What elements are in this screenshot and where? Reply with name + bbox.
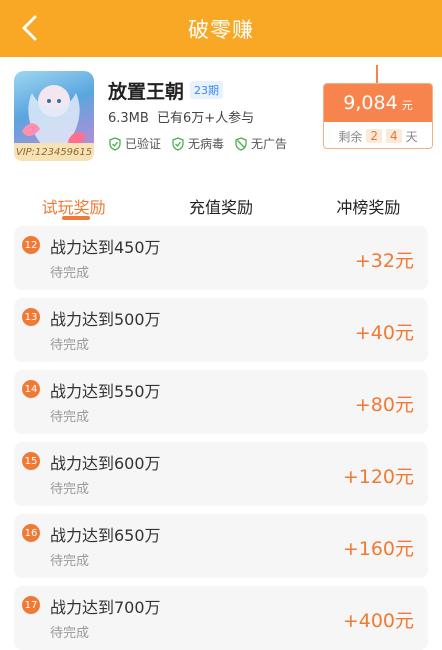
task-name: 战力达到500万 [50, 310, 161, 329]
tab-indicator [61, 216, 90, 220]
app-icon[interactable] [14, 71, 94, 151]
task-name: 战力达到600万 [50, 454, 161, 473]
page-title: 破零赚 [188, 17, 254, 42]
period-badge: 23期 [190, 81, 223, 99]
task-item[interactable]: 17 战力达到700万 待完成 +400元 [14, 586, 428, 650]
task-amount: +80元 [354, 394, 414, 416]
back-button[interactable] [12, 10, 48, 46]
task-amount: +120元 [342, 466, 414, 488]
game-art-icon [22, 85, 86, 145]
task-status: 待完成 [50, 410, 90, 425]
task-amount: +40元 [354, 322, 414, 344]
task-item[interactable]: 13 战力达到500万 待完成 +40元 [14, 298, 428, 362]
task-list: 12 战力达到450万 待完成 +32元 13 战力达到500万 待完成 +40… [14, 226, 428, 650]
days-digit-2: 4 [386, 129, 402, 143]
vip-label: VIP:123459615 [14, 143, 94, 161]
task-status: 待完成 [50, 626, 90, 641]
remaining-days: 剩余 2 4 天 [338, 129, 418, 144]
participants-count: 已有6万+人参与 [156, 111, 255, 126]
no-virus-badge: 无病毒 [171, 135, 224, 152]
task-status: 待完成 [50, 338, 90, 353]
task-name: 战力达到700万 [50, 598, 161, 617]
task-number: 16 [22, 524, 40, 542]
task-name: 战力达到450万 [50, 238, 161, 257]
task-number: 12 [22, 236, 40, 254]
task-name: 战力达到650万 [50, 526, 161, 545]
tab-trial-reward[interactable]: 试玩奖励 [0, 190, 147, 226]
no-ads-badge: 无广告 [234, 135, 287, 152]
reward-pool-card: 9,084 元 剩余 2 4 天 [323, 83, 433, 149]
task-item[interactable]: 15 战力达到600万 待完成 +120元 [14, 442, 428, 506]
days-digit-1: 2 [366, 129, 382, 143]
shield-check-icon [172, 136, 184, 151]
task-number: 15 [22, 452, 40, 470]
reward-tabs: 试玩奖励 充值奖励 冲榜奖励 [0, 190, 442, 226]
app-meta: 6.3MB 已有6万+人参与 [108, 107, 258, 126]
trust-badges: 已验证 无病毒 无广告 [108, 135, 287, 152]
app-name: 放置王朝 [108, 81, 185, 103]
app-size: 6.3MB [108, 111, 149, 126]
verified-badge: 已验证 [108, 135, 161, 152]
task-item[interactable]: 16 战力达到650万 待完成 +160元 [14, 514, 428, 578]
task-name: 战力达到550万 [50, 382, 161, 401]
task-amount: +160元 [342, 538, 414, 560]
tab-ranking-reward[interactable]: 冲榜奖励 [295, 190, 442, 226]
task-item[interactable]: 14 战力达到550万 待完成 +80元 [14, 370, 428, 434]
task-number: 17 [22, 596, 40, 614]
task-status: 待完成 [50, 266, 90, 281]
tab-recharge-reward[interactable]: 充值奖励 [147, 190, 294, 226]
task-status: 待完成 [50, 482, 90, 497]
task-amount: +400元 [342, 610, 414, 632]
verified-icon [109, 136, 121, 151]
task-item[interactable]: 12 战力达到450万 待完成 +32元 [14, 226, 428, 290]
task-number: 13 [22, 308, 40, 326]
reward-pin [376, 65, 378, 85]
reward-total: 9,084 元 [324, 84, 432, 122]
reward-unit: 元 [401, 99, 413, 112]
top-bar: 破零赚 [0, 0, 442, 57]
app-info-card: VIP:123459615 放置王朝 23期 6.3MB 已有6万+人参与 已验… [0, 57, 442, 177]
task-number: 14 [22, 380, 40, 398]
shield-slash-icon [235, 136, 247, 151]
task-amount: +32元 [354, 250, 414, 272]
task-status: 待完成 [50, 554, 90, 569]
chevron-left-icon [22, 15, 37, 41]
reward-amount: 9,084 [343, 92, 398, 114]
